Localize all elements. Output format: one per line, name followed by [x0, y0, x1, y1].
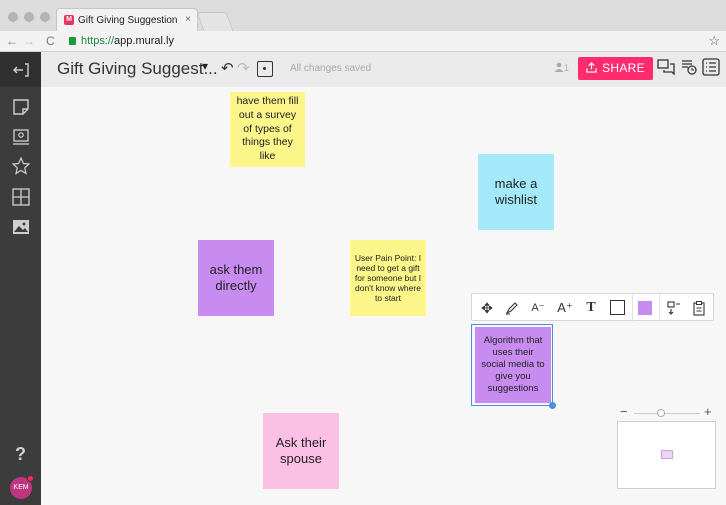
reload-icon[interactable]: C [46, 34, 55, 48]
sticky-note[interactable]: ask them directly [198, 240, 274, 316]
zoom-out-button[interactable]: − [620, 404, 628, 419]
share-button[interactable]: SHARE [578, 57, 653, 80]
collaborators-count[interactable]: 1 [554, 62, 569, 73]
star-icon[interactable] [11, 156, 31, 176]
help-button[interactable]: ? [0, 444, 41, 465]
app-header: Gift Giving Suggest... ▾ ↶ ↷ All changes… [41, 52, 726, 87]
redo-icon[interactable]: ↷ [237, 59, 250, 77]
minimap-viewport[interactable] [661, 450, 673, 459]
image-icon[interactable] [11, 217, 31, 237]
notification-dot [27, 475, 34, 482]
url-field[interactable]: https://app.mural.ly [81, 35, 174, 47]
activity-icon[interactable] [680, 58, 698, 76]
browser-tab[interactable]: M Gift Giving Suggestion - Prod × [56, 8, 198, 31]
text-format-button[interactable]: T [583, 299, 599, 317]
back-arrow-icon[interactable]: ← [6, 34, 18, 48]
sticky-note[interactable]: User Pain Point: I need to get a gift fo… [350, 240, 426, 316]
minimap[interactable] [617, 421, 716, 489]
zoom-slider[interactable] [634, 413, 700, 414]
zoom-slider-knob[interactable] [657, 409, 665, 417]
resize-handle[interactable] [549, 402, 556, 409]
sticky-note[interactable]: have them fill out a survey of types of … [230, 92, 305, 167]
shape-border-button[interactable] [610, 300, 625, 315]
arrange-icon[interactable] [666, 299, 682, 317]
tab-title: Gift Giving Suggestion - Prod [78, 15, 178, 26]
timer-icon[interactable] [257, 61, 273, 77]
mural-title[interactable]: Gift Giving Suggest... [57, 59, 218, 79]
left-toolbar: ? KEM [0, 52, 41, 505]
mural-favicon-icon: M [64, 15, 74, 25]
undo-icon[interactable]: ↶ [221, 59, 234, 77]
clipboard-icon[interactable] [692, 299, 706, 317]
font-smaller-button[interactable]: A⁻ [528, 299, 548, 317]
selection-box [471, 324, 553, 406]
new-tab-button[interactable] [196, 12, 234, 31]
close-window-button[interactable] [8, 12, 18, 22]
zoom-in-button[interactable]: + [704, 404, 712, 419]
url-scheme: https:// [81, 35, 115, 47]
toolbar-divider [632, 294, 633, 322]
note-toolbar: ✥ A⁻ A⁺ T [471, 293, 714, 322]
share-label: SHARE [602, 61, 645, 75]
sticky-note-icon[interactable] [11, 97, 31, 117]
sticky-note[interactable]: Ask their spouse [263, 413, 339, 489]
url-host: app.mural.ly [114, 35, 174, 47]
maximize-window-button[interactable] [40, 12, 50, 22]
person-frame-icon[interactable] [11, 127, 31, 147]
grid-layout-icon[interactable] [11, 187, 31, 207]
color-swatch-button[interactable] [638, 301, 652, 315]
rail-collapse[interactable] [0, 52, 41, 87]
address-bar: ← → C https://app.mural.ly ☆ [0, 31, 726, 52]
minimize-window-button[interactable] [24, 12, 34, 22]
forward-arrow-icon[interactable]: → [23, 34, 35, 48]
outline-list-icon[interactable] [702, 58, 720, 76]
font-larger-button[interactable]: A⁺ [555, 299, 575, 317]
exit-arrow-icon[interactable] [11, 60, 31, 80]
lock-icon [69, 37, 76, 45]
toolbar-divider [659, 294, 660, 322]
move-icon[interactable]: ✥ [478, 299, 496, 317]
chevron-down-icon[interactable]: ▾ [202, 59, 208, 73]
upload-icon [586, 62, 597, 73]
sticky-note[interactable]: make a wishlist [478, 154, 554, 230]
highlighter-icon[interactable] [504, 299, 520, 317]
save-status: All changes saved [290, 63, 372, 74]
comments-icon[interactable] [657, 58, 675, 76]
person-icon [554, 62, 564, 72]
bookmark-star-icon[interactable]: ☆ [708, 33, 720, 49]
browser-tab-bar: M Gift Giving Suggestion - Prod × [0, 0, 726, 31]
collaborators-count-value: 1 [564, 63, 570, 73]
tab-close-icon[interactable]: × [185, 14, 191, 25]
